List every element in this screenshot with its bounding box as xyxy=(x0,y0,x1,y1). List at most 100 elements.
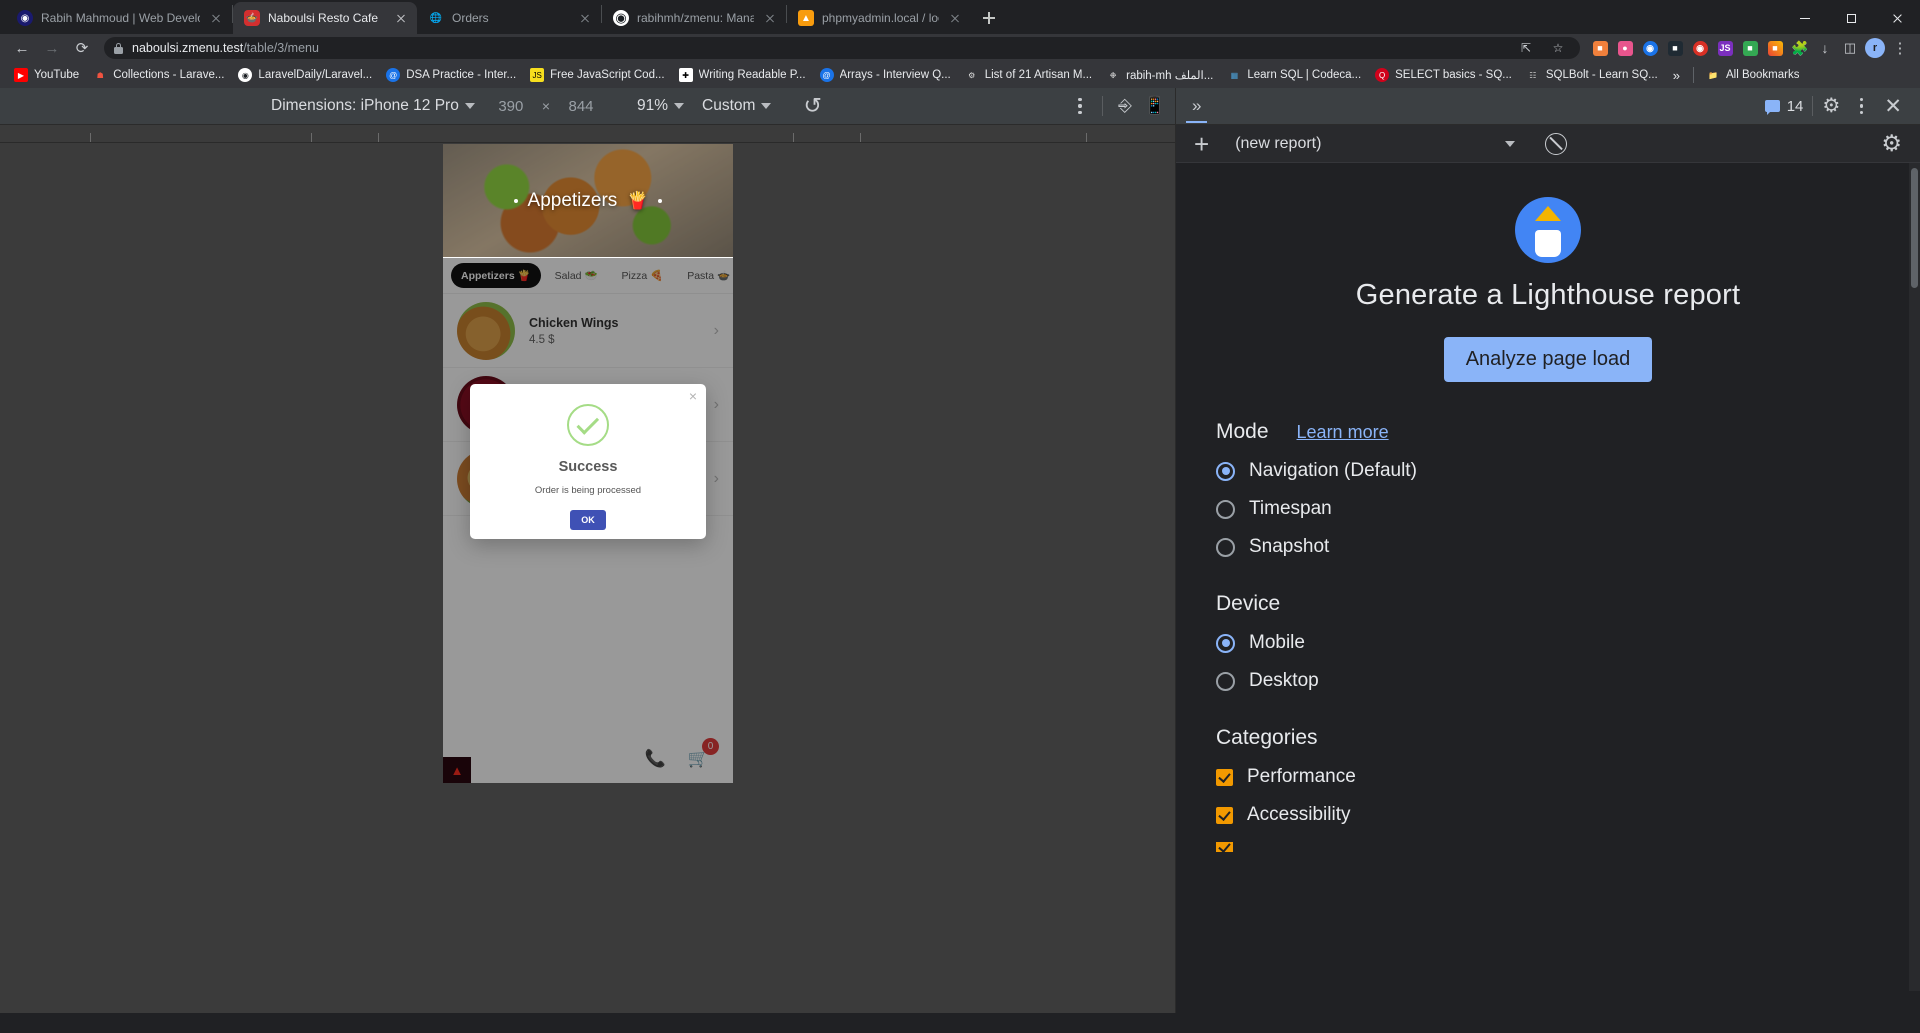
tab-close-icon[interactable] xyxy=(393,10,409,26)
success-modal: × Success Order is being processed OK xyxy=(470,384,706,539)
mode-option-snapshot[interactable]: Snapshot xyxy=(1216,536,1880,558)
tab-1[interactable]: 🍲 Naboulsi Resto Cafe xyxy=(233,2,417,34)
category-accessibility[interactable]: Accessibility xyxy=(1216,804,1880,826)
extension-red-icon[interactable]: ◉ xyxy=(1688,36,1712,60)
lighthouse-settings-gear-icon[interactable]: ⚙ xyxy=(1881,130,1902,157)
sidepanel-icon[interactable]: ◫ xyxy=(1838,36,1862,60)
laravel-news-icon: ☗ xyxy=(96,70,104,80)
toggle-device-toolbar-icon[interactable]: 📱 xyxy=(1141,92,1169,120)
bookmark-collections[interactable]: ☗ Collections - Larave... xyxy=(87,65,230,85)
category-partial-next[interactable] xyxy=(1216,842,1880,853)
toolbar-divider xyxy=(1102,96,1103,116)
star-icon[interactable]: ☆ xyxy=(1546,36,1570,60)
mode-title: Mode xyxy=(1216,420,1269,444)
scrollbar-thumb[interactable] xyxy=(1911,168,1918,288)
devtools-panel: » 14 ✕ + (new report) xyxy=(1175,88,1920,1013)
bookmarks-overflow-button[interactable]: » xyxy=(1666,68,1687,83)
avatar[interactable]: r xyxy=(1863,36,1887,60)
mode-option-label: Navigation (Default) xyxy=(1249,460,1417,482)
bookmarks-divider xyxy=(1692,67,1694,83)
extension-blue-globe-icon[interactable]: ◉ xyxy=(1638,36,1662,60)
mode-option-timespan[interactable]: Timespan xyxy=(1216,498,1880,520)
zoom-selector[interactable]: 91% xyxy=(628,97,693,115)
download-icon[interactable]: ↓ xyxy=(1813,36,1837,60)
zoom-label: 91% xyxy=(637,97,669,114)
viewport-width-input[interactable]: 390 xyxy=(484,98,538,115)
browser-window: ◉ Rabih Mahmoud | Web Develop 🍲 Naboulsi… xyxy=(0,0,1920,1033)
bookmark-select-basics[interactable]: Q SELECT basics - SQ... xyxy=(1369,65,1518,85)
bookmark-artisan-list[interactable]: ⚙ List of 21 Artisan M... xyxy=(959,65,1098,85)
tab-3[interactable]: ◉ rabihmh/zmenu: Manage your re xyxy=(602,2,786,34)
codecademy-icon: ▦ xyxy=(1230,70,1239,80)
device-option-mobile[interactable]: Mobile xyxy=(1216,632,1880,654)
bookmark-free-javascript[interactable]: JS Free JavaScript Cod... xyxy=(524,65,670,85)
bookmark-rabih-mh[interactable]: ❉ rabih-mh الملف... xyxy=(1100,65,1219,85)
device-toolbar-kebab-menu-icon[interactable] xyxy=(1066,92,1094,120)
tab-title: phpmyadmin.local / localhost / t xyxy=(822,11,939,25)
bookmark-learn-sql[interactable]: ▦ Learn SQL | Codeca... xyxy=(1221,65,1367,85)
throttling-selector[interactable]: Custom xyxy=(693,97,780,115)
bookmark-laraveldaily[interactable]: ◉ LaravelDaily/Laravel... xyxy=(232,65,378,85)
devtools-overflow-tabs[interactable]: » xyxy=(1182,96,1211,123)
tab-close-icon[interactable] xyxy=(208,10,224,26)
console-message-counter[interactable]: 14 xyxy=(1764,98,1803,115)
share-icon[interactable]: ⇱ xyxy=(1514,36,1538,60)
bookmark-sqlbolt[interactable]: ☷ SQLBolt - Learn SQ... xyxy=(1520,65,1664,85)
chevron-down-icon xyxy=(674,103,685,109)
extension-orange-icon[interactable]: ■ xyxy=(1588,36,1612,60)
tab-close-icon[interactable] xyxy=(947,10,963,26)
new-tab-button[interactable] xyxy=(975,4,1003,32)
tab-close-icon[interactable] xyxy=(577,10,593,26)
viewport-height-input[interactable]: 844 xyxy=(554,98,608,115)
address-bar[interactable]: naboulsi.zmenu.test/table/3/menu ⇱ ☆ xyxy=(104,37,1580,59)
extension-dark-icon[interactable]: ■ xyxy=(1663,36,1687,60)
bookmark-writing-readable[interactable]: ✚ Writing Readable P... xyxy=(673,65,812,85)
bookmark-label: SQLBolt - Learn SQ... xyxy=(1545,69,1658,81)
device-title: Device xyxy=(1216,592,1281,616)
window-close-button[interactable] xyxy=(1874,2,1920,34)
device-section-header: Device xyxy=(1216,592,1880,616)
tab-close-icon[interactable] xyxy=(762,10,778,26)
extension-colorful-icon[interactable]: ■ xyxy=(1763,36,1787,60)
mode-option-navigation[interactable]: Navigation (Default) xyxy=(1216,460,1880,482)
new-report-button[interactable]: + xyxy=(1184,131,1219,157)
device-option-desktop[interactable]: Desktop xyxy=(1216,670,1880,692)
gear-icon[interactable] xyxy=(1822,95,1844,117)
modal-ok-button[interactable]: OK xyxy=(570,510,606,530)
bookmark-youtube[interactable]: ▶ YouTube xyxy=(8,65,85,85)
profile-initial: r xyxy=(1865,38,1885,58)
bookmark-arrays[interactable]: @ Arrays - Interview Q... xyxy=(814,65,957,85)
tab-0[interactable]: ◉ Rabih Mahmoud | Web Develop xyxy=(6,2,232,34)
device-option-label: Desktop xyxy=(1249,670,1319,692)
folder-icon: 📁 xyxy=(1708,70,1718,80)
analyze-page-load-button[interactable]: Analyze page load xyxy=(1443,337,1653,383)
reload-button[interactable]: ⟳ xyxy=(68,34,96,62)
all-bookmarks-button[interactable]: 📁 All Bookmarks xyxy=(1700,65,1806,85)
devtools-kebab-menu-icon[interactable] xyxy=(1847,92,1875,120)
devtools-close-icon[interactable]: ✕ xyxy=(1878,94,1908,119)
device-preset-selector[interactable]: Dimensions: iPhone 12 Pro xyxy=(262,97,484,115)
modal-close-icon[interactable]: × xyxy=(689,388,697,404)
clear-all-icon[interactable] xyxy=(1545,132,1568,155)
puzzle-icon[interactable]: 🧩 xyxy=(1788,36,1812,60)
device-preset-label: Dimensions: iPhone 12 Pro xyxy=(271,97,459,114)
inspect-element-icon[interactable]: ⎆ xyxy=(1111,92,1139,120)
favicon-phpmyadmin-icon: ▲ xyxy=(798,10,814,26)
forward-button[interactable]: → xyxy=(38,34,66,62)
category-performance[interactable]: Performance xyxy=(1216,766,1880,788)
extension-pink-icon[interactable]: ● xyxy=(1613,36,1637,60)
back-button[interactable]: ← xyxy=(8,34,36,62)
extension-green-icon[interactable]: ■ xyxy=(1738,36,1762,60)
maximize-button[interactable] xyxy=(1828,2,1874,34)
report-selector[interactable]: (new report) xyxy=(1225,135,1525,153)
bookmark-dsa-practice[interactable]: @ DSA Practice - Inter... xyxy=(380,65,522,85)
minimize-button[interactable] xyxy=(1782,2,1828,34)
extension-js-purple-icon[interactable]: JS xyxy=(1713,36,1737,60)
tab-4[interactable]: ▲ phpmyadmin.local / localhost / t xyxy=(787,2,971,34)
chevron-down-icon xyxy=(761,103,772,109)
rotate-device-icon[interactable]: ↺ xyxy=(794,93,830,119)
learn-more-link[interactable]: Learn more xyxy=(1297,422,1389,443)
scrollbar-track xyxy=(1909,163,1920,1013)
chrome-menu-icon[interactable]: ⋮ xyxy=(1888,36,1912,60)
tab-2[interactable]: 🌐 Orders xyxy=(417,2,601,34)
